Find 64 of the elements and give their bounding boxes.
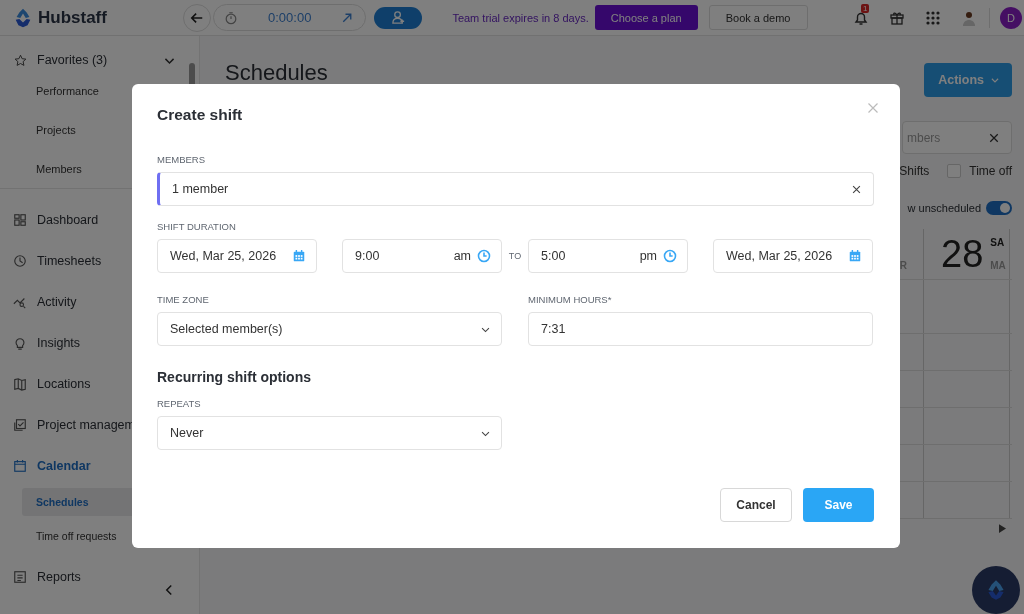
scroll-right-icon[interactable] bbox=[999, 524, 1006, 533]
close-icon[interactable] bbox=[867, 102, 879, 114]
toggle-switch[interactable] bbox=[986, 201, 1012, 215]
report-icon bbox=[13, 569, 27, 584]
dashboard-icon bbox=[13, 212, 27, 227]
field-label: REPEATS bbox=[157, 398, 202, 409]
weekday-label: SA bbox=[990, 237, 1006, 248]
section-heading: Recurring shift options bbox=[157, 369, 312, 385]
page-title: Schedules bbox=[225, 60, 328, 86]
range-separator: TO bbox=[507, 251, 523, 261]
time-zone-dropdown[interactable]: Selected member(s) bbox=[157, 312, 502, 346]
checkbox[interactable] bbox=[947, 164, 962, 178]
calendar-icon bbox=[13, 458, 27, 473]
field-label: SHIFT DURATION bbox=[157, 221, 237, 232]
sidebar-item[interactable]: Calendar bbox=[0, 445, 160, 486]
dialog-title: Create shift bbox=[157, 106, 244, 124]
end-time-field[interactable]: 5:00 pm bbox=[528, 239, 688, 273]
checklist-icon bbox=[13, 417, 27, 432]
add-member-button[interactable] bbox=[374, 6, 423, 29]
star-icon bbox=[14, 53, 27, 67]
minimum-hours-field[interactable]: 7:31 bbox=[528, 312, 873, 346]
back-button[interactable] bbox=[183, 3, 211, 32]
map-icon bbox=[13, 376, 27, 391]
repeats-dropdown[interactable]: Never bbox=[157, 416, 502, 450]
clear-icon[interactable] bbox=[989, 132, 999, 143]
sidebar-item[interactable]: Reports bbox=[0, 556, 160, 597]
calendar-icon[interactable] bbox=[848, 249, 862, 263]
clock-icon bbox=[13, 253, 27, 268]
field-label: TIME ZONE bbox=[157, 294, 210, 305]
clock-icon[interactable] bbox=[477, 249, 491, 263]
field-label: MEMBERS bbox=[157, 154, 207, 165]
toggle-label: w unscheduled bbox=[907, 202, 981, 214]
stopwatch-icon bbox=[224, 10, 238, 25]
timer-text: 0:00:00 bbox=[268, 10, 312, 25]
date-number: 28 bbox=[941, 232, 984, 276]
logo-text: Hubstaff bbox=[38, 7, 107, 28]
sidebar-item[interactable]: Insights bbox=[0, 322, 160, 363]
calendar-icon[interactable] bbox=[292, 249, 306, 263]
start-date-field[interactable]: Wed, Mar 25, 2026 bbox=[157, 239, 317, 273]
lightbulb-icon bbox=[13, 335, 27, 350]
plan-button[interactable]: Choose a plan bbox=[594, 5, 698, 30]
arrow-icon[interactable] bbox=[341, 11, 354, 24]
filter-label: Time off bbox=[969, 164, 1012, 178]
arrow-left-icon bbox=[190, 10, 204, 25]
add-user-icon bbox=[390, 10, 406, 25]
clock-icon[interactable] bbox=[663, 249, 677, 263]
members-field[interactable]: 1 member bbox=[157, 172, 874, 206]
favorites-header[interactable]: Favorites (3) bbox=[0, 49, 176, 71]
plan-button[interactable]: Book a demo bbox=[708, 5, 808, 30]
cancel-button[interactable]: Cancel bbox=[720, 488, 792, 522]
trial-notice: Team trial expires in 8 days. bbox=[452, 11, 589, 24]
user-avatar[interactable]: D bbox=[1000, 6, 1022, 29]
chevron-down-icon bbox=[990, 75, 1000, 85]
filter-label: Shifts bbox=[899, 164, 930, 178]
gift-icon[interactable] bbox=[889, 9, 905, 26]
clear-icon[interactable] bbox=[852, 184, 861, 194]
help-button[interactable] bbox=[972, 566, 1020, 614]
field-label: MINIMUM HOURS* bbox=[528, 294, 613, 305]
save-button[interactable]: Save bbox=[803, 488, 874, 522]
notification-badge: 1 bbox=[861, 3, 870, 13]
sidebar-item[interactable]: Timesheets bbox=[0, 240, 160, 281]
apps-grid-icon[interactable] bbox=[925, 9, 941, 26]
start-time-field[interactable]: 9:00 am bbox=[342, 239, 502, 273]
end-date-field[interactable]: Wed, Mar 25, 2026 bbox=[713, 239, 873, 273]
